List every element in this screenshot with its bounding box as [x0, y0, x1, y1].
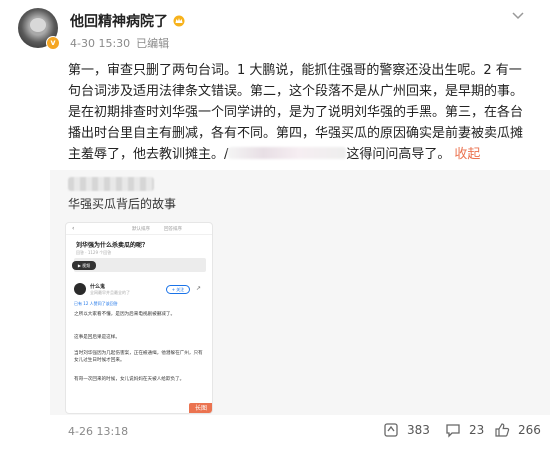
post-meta: 4-30 15:30 已编辑 [70, 35, 169, 51]
redacted-blur [228, 147, 347, 159]
username-text[interactable]: 他回精神病院了 [70, 14, 168, 30]
share-icon: ↗ [196, 285, 202, 292]
comment-count: 23 [469, 423, 485, 437]
post-content: 第一，审查只删了两句台词。1 大鹏说，能抓住强哥的警察还没出生呢。2 有一句台词… [68, 60, 532, 165]
thumb-follow-button: + 关注 [166, 285, 190, 294]
thumb-likes: 已有 12 人赞同了该回答 [74, 301, 118, 306]
back-icon: ‹ [72, 225, 75, 232]
thumb-paragraph: 这事是回后果是这样。 [74, 335, 120, 340]
collapse-link[interactable]: 收起 [454, 147, 480, 162]
crown-icon [173, 15, 185, 27]
repost-button[interactable]: 383 [383, 421, 430, 439]
thumb-user-desc: 全网最早并且最全的了 [90, 290, 130, 295]
like-button[interactable]: 266 [494, 421, 541, 439]
repost-text: 华强买瓜背后的故事 [68, 197, 177, 211]
thumb-paragraph: 之所以大家看不懂，是因为后来电视剧被删减了。 [74, 312, 176, 317]
repost-time[interactable]: 4-26 13:18 [68, 425, 128, 438]
thumb-paragraph: 有哥一次回来的时候，女儿说妈妈在天被人给欺负了。 [74, 377, 185, 382]
post-edit-status: 已编辑 [136, 37, 170, 50]
thumb-tab: 默认排序 [132, 227, 150, 232]
long-image-badge: 长图 [189, 403, 212, 413]
thumb-user-name: 什么鬼 [90, 284, 106, 290]
repost-icon [384, 423, 398, 437]
username[interactable]: 他回精神病院了 [70, 11, 186, 31]
repost-image[interactable]: ‹ 默认排序 回答排序 刘华强为什么杀卖瓜的呢？ 回答 · 1129 个回答 ▶… [65, 222, 213, 414]
post-time[interactable]: 4-30 15:30 [70, 37, 130, 50]
thumbs-up-icon [495, 423, 510, 437]
repost-count: 383 [407, 423, 430, 437]
thumb-topbar: ‹ 默认排序 回答排序 [66, 223, 212, 235]
post-header: v 他回精神病院了 4-30 15:30 已编辑 [0, 0, 550, 60]
comment-button[interactable]: 23 [445, 421, 484, 439]
thumb-paragraph: 当时刘华强因为几起伤害案，正在被通缉，他潜躲在广州，只有女儿过生日时候才回来。 [74, 351, 203, 363]
comment-icon [446, 424, 460, 438]
thumb-tab: 回答排序 [164, 227, 182, 232]
thumb-video-tag: ▶ 视频 [72, 261, 96, 270]
redacted-author-blur [68, 177, 154, 191]
chevron-down-icon[interactable] [512, 8, 524, 24]
verified-badge-icon: v [46, 36, 60, 50]
thumb-user-avatar [74, 283, 86, 295]
thumb-question: 刘华强为什么杀卖瓜的呢？ [76, 242, 149, 249]
repost-author[interactable] [68, 176, 154, 195]
post-text-tail: 这得问问高导了。 [346, 147, 451, 162]
like-count: 266 [518, 423, 541, 437]
thumb-question-meta: 回答 · 1129 个回答 [76, 250, 112, 255]
